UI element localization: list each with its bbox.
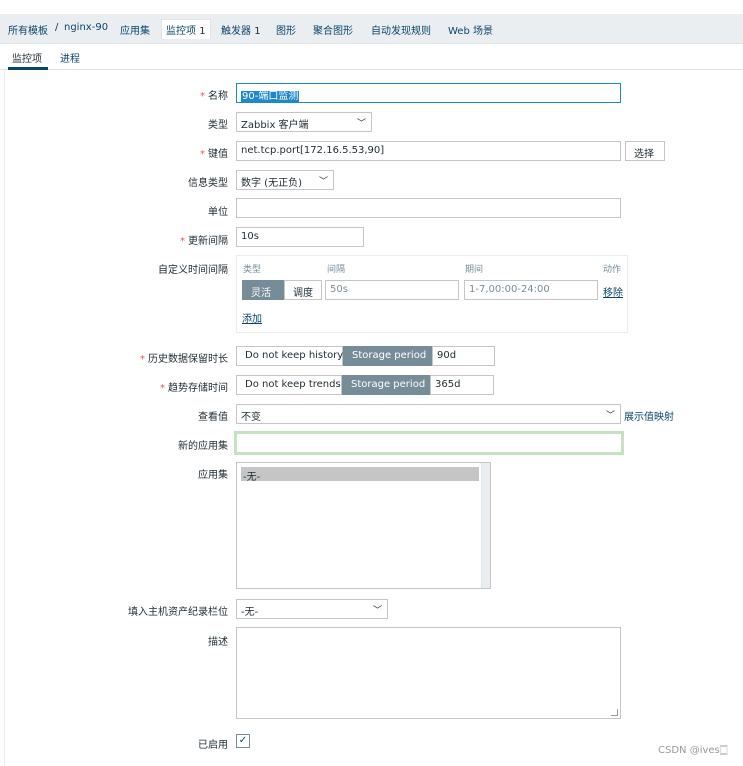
interval-label-text: 更新间隔 [188, 236, 228, 247]
description-textarea[interactable] [236, 627, 621, 719]
form-tabs: 监控项 进程 [0, 44, 743, 70]
applications-listbox[interactable]: -无- [236, 462, 491, 589]
breadcrumb-items[interactable]: 监控项 1 [161, 19, 211, 39]
chevron-down-icon: ﹀ [605, 411, 615, 421]
name-label: * 名称 [200, 87, 228, 102]
header-action: 动作 [603, 265, 622, 275]
trends-label: * 趋势存储时间 [160, 379, 228, 394]
history-storage-toggle[interactable]: Storage period [343, 346, 432, 366]
trends-input[interactable]: 365d [430, 375, 494, 395]
name-value: 90-端口监测 [241, 91, 300, 102]
list-item[interactable]: -无- [241, 467, 479, 483]
breadcrumb-applications[interactable]: 应用集 [120, 22, 150, 37]
chevron-down-icon: ﹀ [318, 177, 328, 187]
breadcrumb-triggers-count: 1 [254, 26, 261, 37]
watermark: CSDN @ives🀆 [658, 745, 728, 756]
show-value-label: 查看值 [198, 412, 228, 423]
header-type: 类型 [243, 265, 262, 275]
breadcrumb-screens[interactable]: 聚合图形 [313, 22, 353, 37]
required-marker: * [160, 383, 165, 394]
type-label: 类型 [208, 120, 228, 131]
history-no-keep-toggle[interactable]: Do not keep history [236, 346, 343, 366]
tab-item[interactable]: 监控项 [12, 50, 42, 65]
breadcrumb-triggers[interactable]: 触发器 1 [221, 22, 261, 37]
key-input[interactable]: net.tcp.port[172.16.5.53,90] [236, 141, 621, 161]
info-type-value: 数字 (无正负) [241, 178, 302, 189]
history-label: * 历史数据保留时长 [140, 350, 228, 365]
trends-no-keep-toggle[interactable]: Do not keep trends [236, 375, 342, 395]
breadcrumb-items-count: 1 [199, 26, 206, 37]
remove-interval-link[interactable]: 移除 [603, 284, 623, 299]
name-input[interactable]: 90-端口监测 [236, 83, 621, 103]
enabled-checkbox[interactable]: ✓ [236, 734, 250, 748]
show-value-value: 不变 [241, 412, 261, 423]
breadcrumb-bar: 所有模板 / nginx-90 应用集 监控项 1 触发器 1 图形 聚合图形 … [0, 14, 743, 44]
info-type-select[interactable]: 数字 (无正负) ﹀ [236, 170, 334, 190]
show-value-select[interactable]: 不变 ﹀ [236, 404, 621, 424]
key-label: * 键值 [200, 145, 228, 160]
listbox-scrollbar[interactable] [481, 463, 490, 588]
add-interval-link[interactable]: 添加 [242, 310, 262, 325]
interval-input[interactable]: 10s [236, 227, 364, 247]
applications-label: 应用集 [198, 470, 228, 481]
check-icon: ✓ [238, 735, 248, 746]
inventory-value: -无- [241, 607, 259, 618]
breadcrumb-items-label: 监控项 [166, 26, 196, 37]
required-marker: * [200, 149, 205, 160]
custom-period-input[interactable]: 1-7,00:00-24:00 [464, 280, 598, 300]
breadcrumb-discovery[interactable]: 自动发现规则 [371, 22, 431, 37]
flexible-toggle[interactable]: 灵活 [242, 280, 285, 300]
trends-label-text: 趋势存储时间 [168, 383, 228, 394]
required-marker: * [140, 354, 145, 365]
trends-storage-toggle[interactable]: Storage period [342, 375, 430, 395]
resize-handle-icon[interactable] [611, 709, 618, 716]
enabled-label: 已启用 [198, 740, 228, 751]
inventory-label: 填入主机资产纪录栏位 [128, 607, 228, 618]
custom-period-value: 1-7,00:00-24:00 [469, 284, 550, 295]
description-label: 描述 [208, 637, 228, 648]
name-label-text: 名称 [208, 91, 228, 102]
breadcrumb-triggers-label: 触发器 [221, 26, 251, 37]
new-application-input[interactable] [234, 431, 624, 455]
inventory-select[interactable]: -无- ﹀ [236, 599, 388, 619]
required-marker: * [180, 236, 185, 247]
header-period: 期间 [465, 265, 484, 275]
custom-interval-input[interactable]: 50s [325, 280, 459, 300]
type-value: Zabbix 客户端 [241, 120, 309, 131]
custom-interval-value: 50s [330, 284, 348, 295]
key-select-button[interactable]: 选择 [625, 141, 665, 161]
tab-process[interactable]: 进程 [60, 50, 80, 65]
scheduling-toggle[interactable]: 调度 [284, 280, 322, 300]
new-application-label: 新的应用集 [178, 441, 228, 452]
custom-intervals-table: 类型 间隔 期间 动作 灵活 调度 50s 1-7,00:00-24:00 移除… [236, 255, 628, 333]
history-label-text: 历史数据保留时长 [148, 354, 228, 365]
breadcrumb-template[interactable]: nginx-90 [64, 22, 108, 33]
chevron-down-icon: ﹀ [356, 119, 366, 129]
type-select[interactable]: Zabbix 客户端 ﹀ [236, 112, 372, 132]
interval-label: * 更新间隔 [180, 232, 228, 247]
header-interval: 间隔 [327, 265, 346, 275]
key-label-text: 键值 [208, 149, 228, 160]
history-input[interactable]: 90d [432, 346, 495, 366]
required-marker: * [200, 91, 205, 102]
breadcrumb-graphs[interactable]: 图形 [276, 22, 296, 37]
chevron-down-icon: ﹀ [372, 606, 382, 616]
units-label: 单位 [208, 207, 228, 218]
breadcrumb-separator: / [55, 22, 59, 33]
info-type-label: 信息类型 [188, 178, 228, 189]
units-input[interactable] [236, 198, 621, 218]
breadcrumb-web[interactable]: Web 场景 [448, 22, 493, 37]
custom-intervals-label: 自定义时间间隔 [158, 265, 228, 276]
value-mapping-link[interactable]: 展示值映射 [624, 408, 674, 423]
breadcrumb-all-templates[interactable]: 所有模板 [8, 22, 48, 37]
